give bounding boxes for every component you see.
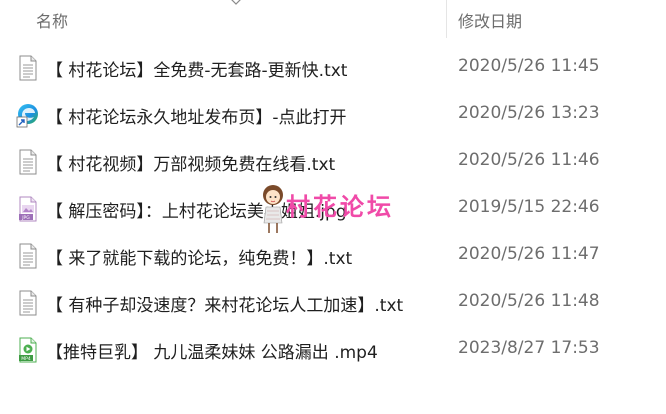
text-file-icon <box>19 149 37 175</box>
file-modified-date: 2019/5/15 22:46 <box>458 197 600 217</box>
jpg-file-icon: JPG <box>19 196 37 222</box>
watermark-text: 村花论坛 <box>286 193 394 221</box>
file-modified-date: 2020/5/26 11:47 <box>458 244 600 264</box>
file-row[interactable]: 【 村花论坛永久地址发布页】-点此打开 2020/5/26 13:23 <box>0 91 666 138</box>
file-modified-date: 2020/5/26 11:48 <box>458 291 600 311</box>
edge-shortcut-icon <box>16 104 38 128</box>
file-name: 【 村花论坛永久地址发布页】-点此打开 <box>46 108 347 128</box>
file-row[interactable]: 【 村花视频】万部视频免费在线看.txt 2020/5/26 11:46 <box>0 138 666 185</box>
file-name: 【 村花视频】万部视频免费在线看.txt <box>46 155 336 175</box>
file-name: 【推特巨乳】 九儿温柔妹妹 公路漏出 .mp4 <box>46 343 378 363</box>
text-file-icon <box>19 55 37 81</box>
file-modified-date: 2020/5/26 13:23 <box>458 103 600 123</box>
file-modified-date: 2020/5/26 11:45 <box>458 56 600 76</box>
file-name: 【 村花论坛】全免费-无套路-更新快.txt <box>46 61 348 81</box>
cartoon-girl-icon <box>263 185 283 233</box>
sort-caret-icon[interactable] <box>230 0 242 6</box>
file-name: 【 来了就能下载的论坛，纯免费！】.txt <box>46 249 353 269</box>
file-modified-date: 2020/5/26 11:46 <box>458 150 600 170</box>
modified-date-column-header[interactable]: 修改日期 <box>458 8 522 32</box>
svg-text:MP4: MP4 <box>21 356 31 362</box>
file-modified-date: 2023/8/27 17:53 <box>458 338 600 358</box>
text-file-icon <box>19 243 37 269</box>
svg-text:JPG: JPG <box>21 215 30 221</box>
name-column-header[interactable]: 名称 <box>36 8 68 32</box>
mp4-file-icon: MP4 <box>19 337 37 363</box>
file-name: 【 有种子却没速度？来村花论坛人工加速】.txt <box>46 296 404 316</box>
site-watermark: 村花论坛 <box>258 183 418 235</box>
text-file-icon <box>19 290 37 316</box>
column-divider[interactable] <box>446 0 447 38</box>
file-row[interactable]: MP4 【推特巨乳】 九儿温柔妹妹 公路漏出 .mp4 2023/8/27 17… <box>0 326 666 373</box>
file-row[interactable]: 【 有种子却没速度？来村花论坛人工加速】.txt 2020/5/26 11:48 <box>0 279 666 326</box>
column-header: 名称 修改日期 <box>0 0 666 38</box>
file-row[interactable]: 【 村花论坛】全免费-无套路-更新快.txt 2020/5/26 11:45 <box>0 44 666 91</box>
file-row[interactable]: 【 来了就能下载的论坛，纯免费！】.txt 2020/5/26 11:47 <box>0 232 666 279</box>
